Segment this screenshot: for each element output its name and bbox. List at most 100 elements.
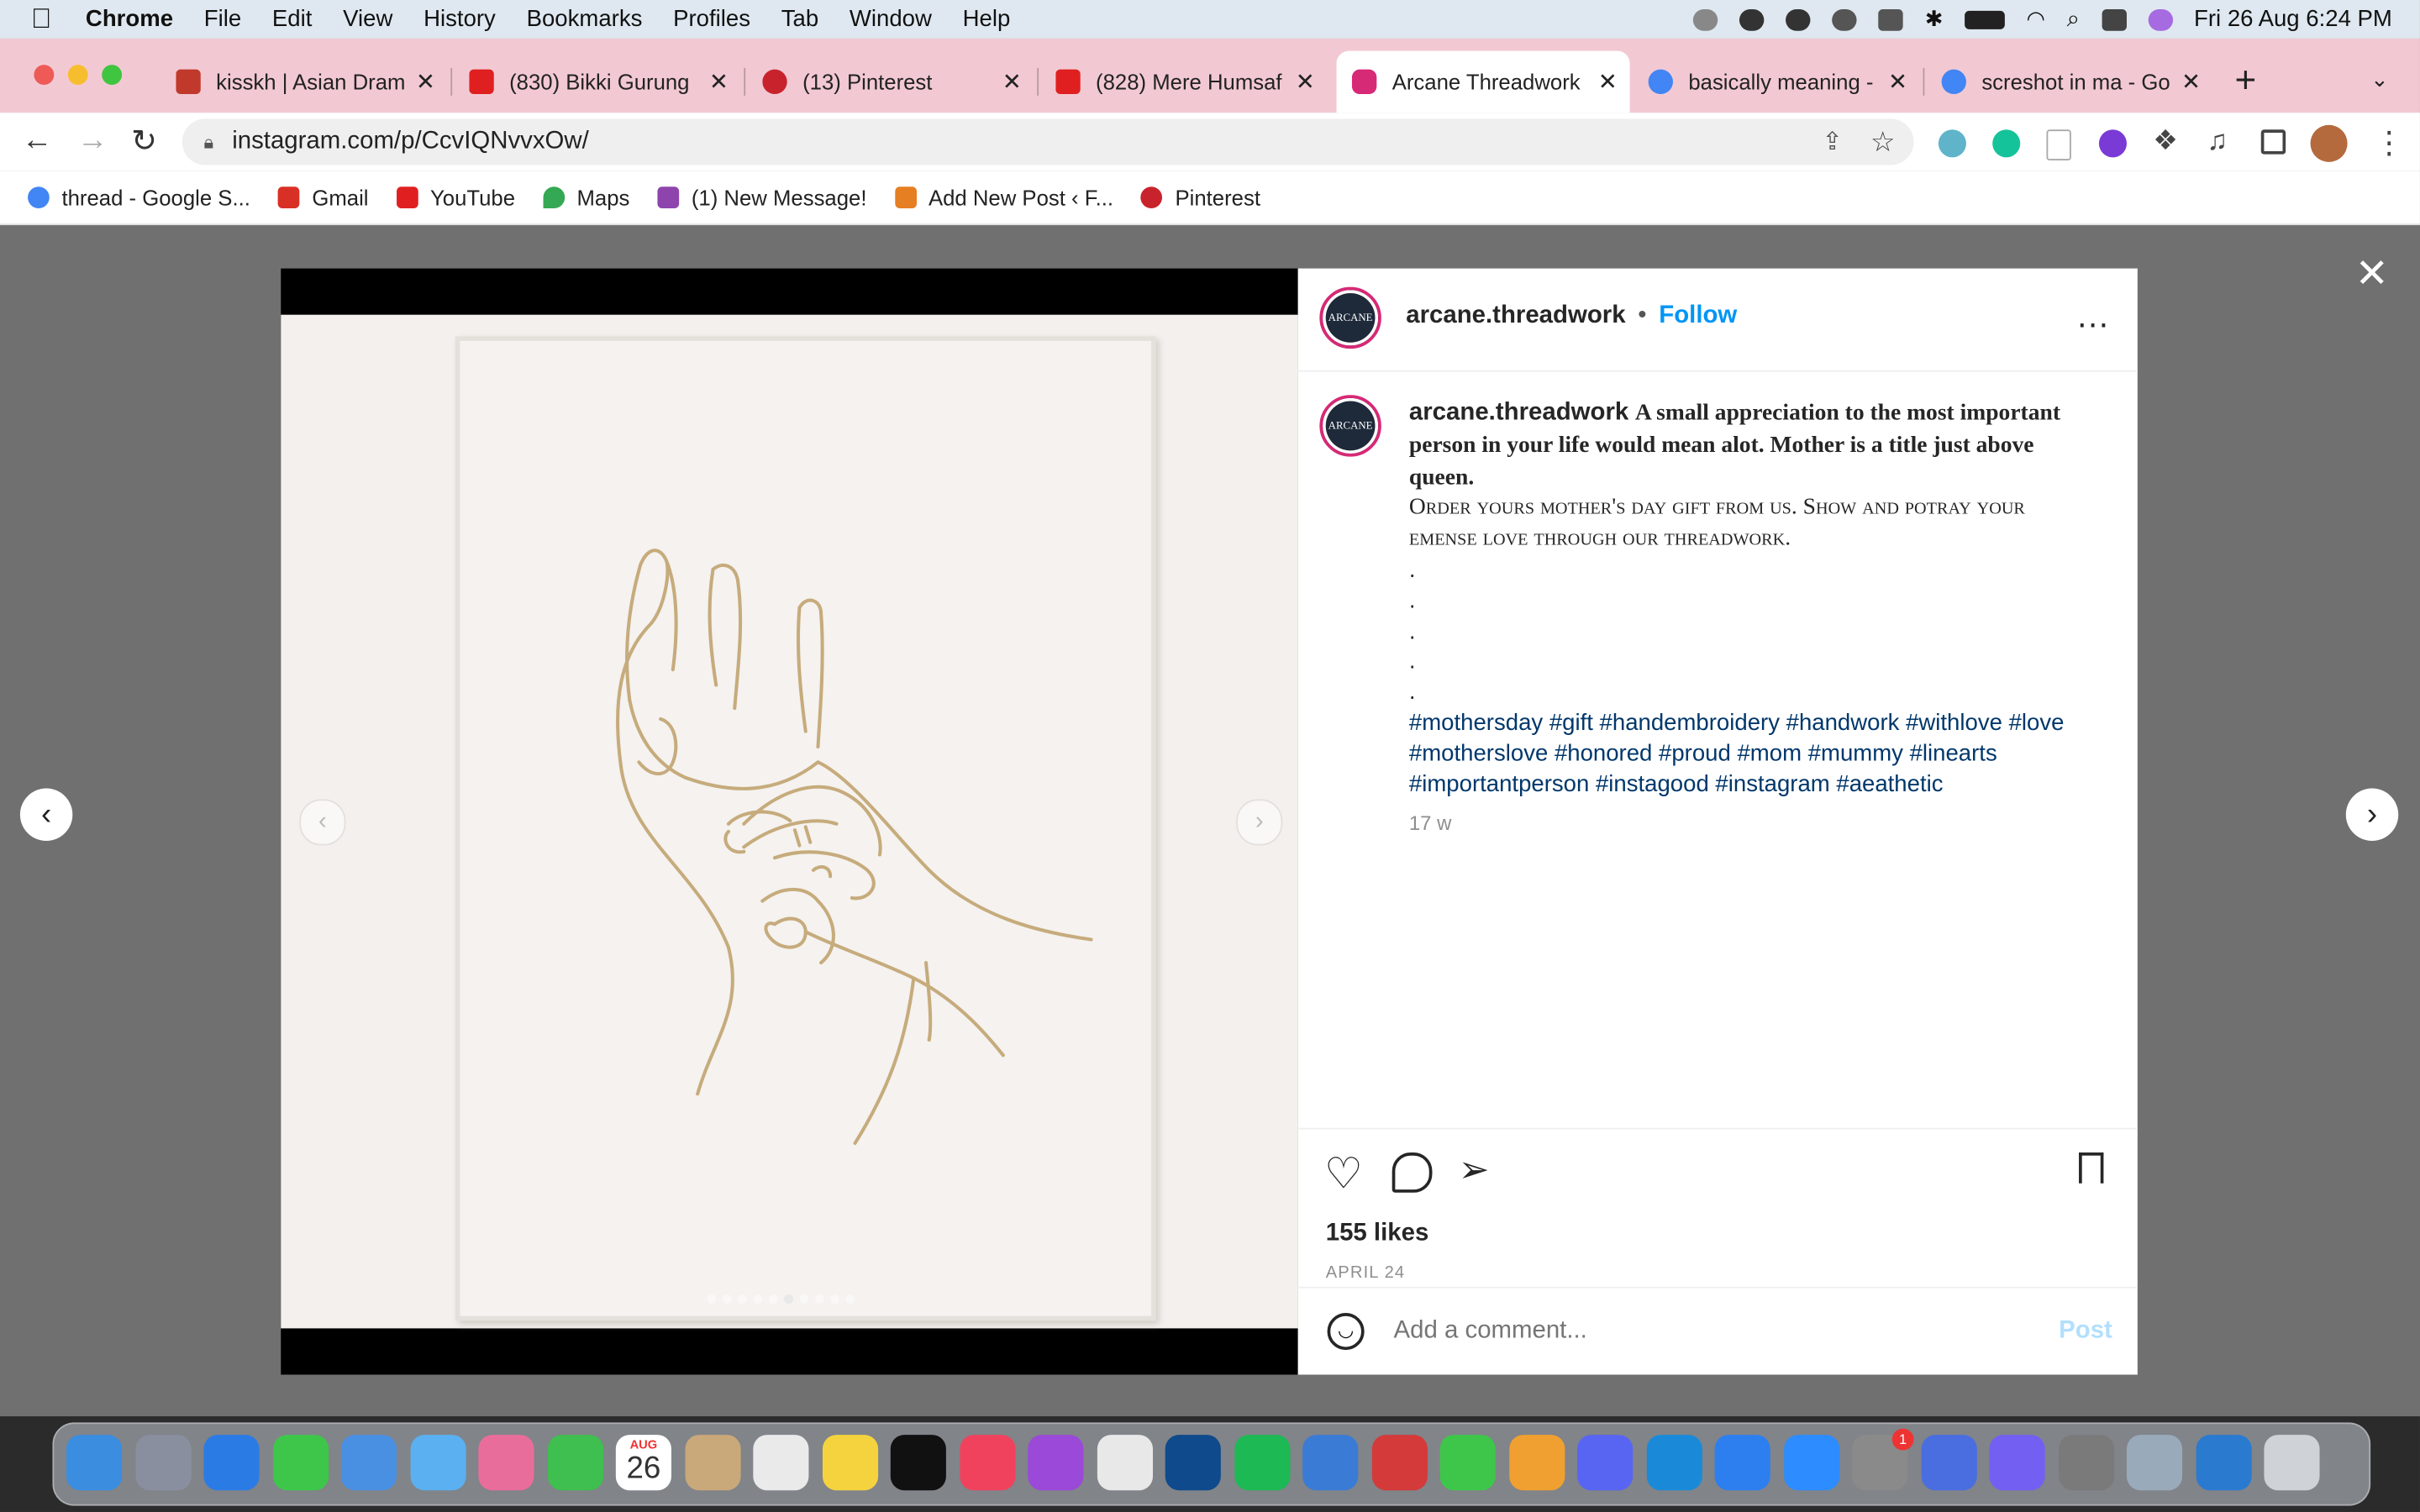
extension-icon[interactable] xyxy=(2046,129,2071,161)
grammarly-icon[interactable] xyxy=(1992,129,2021,158)
close-window-button[interactable] xyxy=(34,65,55,86)
caption-avatar[interactable]: ARCANE xyxy=(1319,395,1381,457)
address-bar[interactable]: 🔒︎ instagram.com/p/CcvIQNvvxOw/ ⇪ ☆ xyxy=(182,118,1914,165)
dock-app-icon[interactable] xyxy=(753,1435,809,1491)
menu-edit[interactable]: Edit xyxy=(272,6,312,32)
dock-app-icon[interactable]: 1 xyxy=(1852,1428,1914,1491)
bookmark-5[interactable]: Add New Post ‹ F... xyxy=(894,185,1113,210)
next-post-chevron-icon[interactable]: › xyxy=(2345,788,2399,842)
close-icon[interactable]: ✕ xyxy=(416,68,435,96)
forward-icon[interactable]: → xyxy=(77,123,108,159)
control-center-icon[interactable] xyxy=(2101,8,2127,30)
bookmark-1[interactable]: Gmail xyxy=(277,185,369,210)
likes-count[interactable]: 155 likes xyxy=(1326,1221,1429,1248)
dock-app-icon[interactable] xyxy=(1096,1435,1153,1491)
tab-2[interactable]: (13) Pinterest ✕ xyxy=(762,51,1034,113)
tab-3[interactable]: (828) Mere Humsaf ✕ xyxy=(1055,51,1327,113)
profile-avatar[interactable]: ARCANE xyxy=(1319,286,1381,349)
bookmark-6[interactable]: Pinterest xyxy=(1141,185,1260,210)
media-icon[interactable]: ♫ xyxy=(2207,125,2228,158)
clock[interactable]: Fri 26 Aug 6:24 PM xyxy=(2194,6,2392,32)
dock-app-icon[interactable] xyxy=(1165,1435,1221,1491)
comment-input[interactable] xyxy=(1390,1310,2014,1353)
menu-tab[interactable]: Tab xyxy=(781,6,818,32)
dock-app-icon[interactable] xyxy=(1302,1435,1359,1491)
extension-icon[interactable] xyxy=(1938,129,1966,158)
post-image[interactable]: ‹ › xyxy=(281,314,1298,1329)
post-age[interactable]: 17 w xyxy=(1409,809,2096,839)
close-icon[interactable]: ✕ xyxy=(709,68,729,96)
lock-icon[interactable]: 🔒︎ xyxy=(203,130,213,154)
menu-file[interactable]: File xyxy=(204,6,241,32)
dock-app-icon[interactable] xyxy=(547,1435,603,1491)
close-icon[interactable]: ✕ xyxy=(2181,68,2201,96)
tab-6[interactable]: screshot in ma - Go ✕ xyxy=(1941,51,2213,113)
dock-app-icon[interactable] xyxy=(1783,1435,1839,1491)
close-icon[interactable]: ✕ xyxy=(1598,68,1618,96)
menu-window[interactable]: Window xyxy=(850,6,932,32)
new-tab-icon[interactable]: + xyxy=(2235,60,2257,103)
dock-app-icon[interactable] xyxy=(1508,1435,1565,1491)
menu-profiles[interactable]: Profiles xyxy=(673,6,750,32)
tab-0[interactable]: kisskh | Asian Dram ✕ xyxy=(176,51,447,113)
share-paper-plane-icon[interactable]: ➢ xyxy=(1459,1148,1490,1193)
side-panel-icon[interactable] xyxy=(2260,129,2286,155)
dock-app-icon[interactable] xyxy=(134,1435,191,1491)
dock-app-icon[interactable] xyxy=(1234,1435,1290,1491)
dock-app-icon[interactable] xyxy=(66,1435,123,1491)
close-icon[interactable]: ✕ xyxy=(1888,68,1907,96)
bookmark-star-icon[interactable]: ☆ xyxy=(1870,126,1896,159)
share-icon[interactable]: ⇪ xyxy=(1822,127,1843,158)
dock-app-icon[interactable] xyxy=(272,1435,329,1491)
menu-history[interactable]: History xyxy=(424,6,496,32)
follow-button[interactable]: Follow xyxy=(1659,302,1737,330)
dock-app-icon[interactable]: AUG 26 xyxy=(615,1435,671,1491)
dock-app-icon[interactable] xyxy=(822,1435,878,1491)
save-bookmark-icon[interactable] xyxy=(2079,1152,2104,1184)
close-modal-icon[interactable]: ✕ xyxy=(2355,250,2389,298)
dock-app-icon[interactable] xyxy=(2126,1435,2183,1491)
bookmark-3[interactable]: Maps xyxy=(543,185,629,210)
battery-icon[interactable] xyxy=(1965,9,2005,29)
dock-app-icon[interactable] xyxy=(478,1435,534,1491)
dock-app-icon[interactable] xyxy=(1028,1435,1084,1491)
search-icon[interactable]: ⌕ xyxy=(2067,6,2080,32)
kebab-menu-icon[interactable]: ⋮ xyxy=(2374,123,2405,162)
phone-icon[interactable] xyxy=(1786,8,1811,30)
dock-app-icon[interactable] xyxy=(1989,1435,2045,1491)
dock-app-icon[interactable] xyxy=(340,1435,397,1491)
menu-bookmarks[interactable]: Bookmarks xyxy=(527,6,643,32)
carousel-prev-chevron-icon[interactable]: ‹ xyxy=(299,799,346,846)
siri-icon[interactable] xyxy=(2147,8,2173,30)
username[interactable]: arcane.threadwork xyxy=(1406,302,1625,330)
record-icon[interactable] xyxy=(1693,8,1718,30)
previous-post-chevron-icon[interactable]: ‹ xyxy=(19,788,73,842)
close-icon[interactable]: ✕ xyxy=(1002,68,1022,96)
dock-app-icon[interactable] xyxy=(1645,1435,1702,1491)
url-text[interactable]: instagram.com/p/CcvIQNvvxOw/ xyxy=(232,128,589,155)
carousel-next-chevron-icon[interactable]: › xyxy=(1236,799,1283,846)
dock-app-icon[interactable] xyxy=(1370,1435,1428,1491)
apple-icon[interactable]:  xyxy=(31,3,52,36)
wifi-icon[interactable]: ◠ xyxy=(2027,6,2045,32)
minimize-window-button[interactable] xyxy=(67,65,88,86)
tab-5[interactable]: basically meaning - ✕ xyxy=(1648,51,1920,113)
emoji-icon[interactable]: ◡ xyxy=(1327,1313,1365,1351)
like-heart-icon[interactable]: ♡ xyxy=(1324,1148,1363,1200)
dock-app-icon[interactable] xyxy=(1439,1435,1496,1491)
puzzle-icon[interactable]: ❖ xyxy=(2153,125,2178,158)
dock-app-icon[interactable] xyxy=(1714,1435,1770,1491)
dock-app-icon[interactable] xyxy=(1577,1435,1634,1491)
bookmark-0[interactable]: thread - Google S... xyxy=(28,185,250,210)
dock-app-icon[interactable] xyxy=(1920,1435,1976,1491)
dock-app-icon[interactable] xyxy=(2058,1435,2114,1491)
comment-icon[interactable] xyxy=(1392,1152,1433,1193)
menu-view[interactable]: View xyxy=(343,6,392,32)
tab-1[interactable]: (830) Bikki Gurung ✕ xyxy=(469,51,740,113)
keyboard-icon[interactable] xyxy=(1878,8,1904,30)
dock-app-icon[interactable] xyxy=(203,1435,260,1491)
bookmark-4[interactable]: (1) New Message! xyxy=(657,185,866,210)
tab-4-active[interactable]: Arcane Threadwork ✕ xyxy=(1336,50,1630,113)
reload-icon[interactable]: ↻ xyxy=(131,122,157,160)
dock-app-icon[interactable] xyxy=(2195,1435,2251,1491)
